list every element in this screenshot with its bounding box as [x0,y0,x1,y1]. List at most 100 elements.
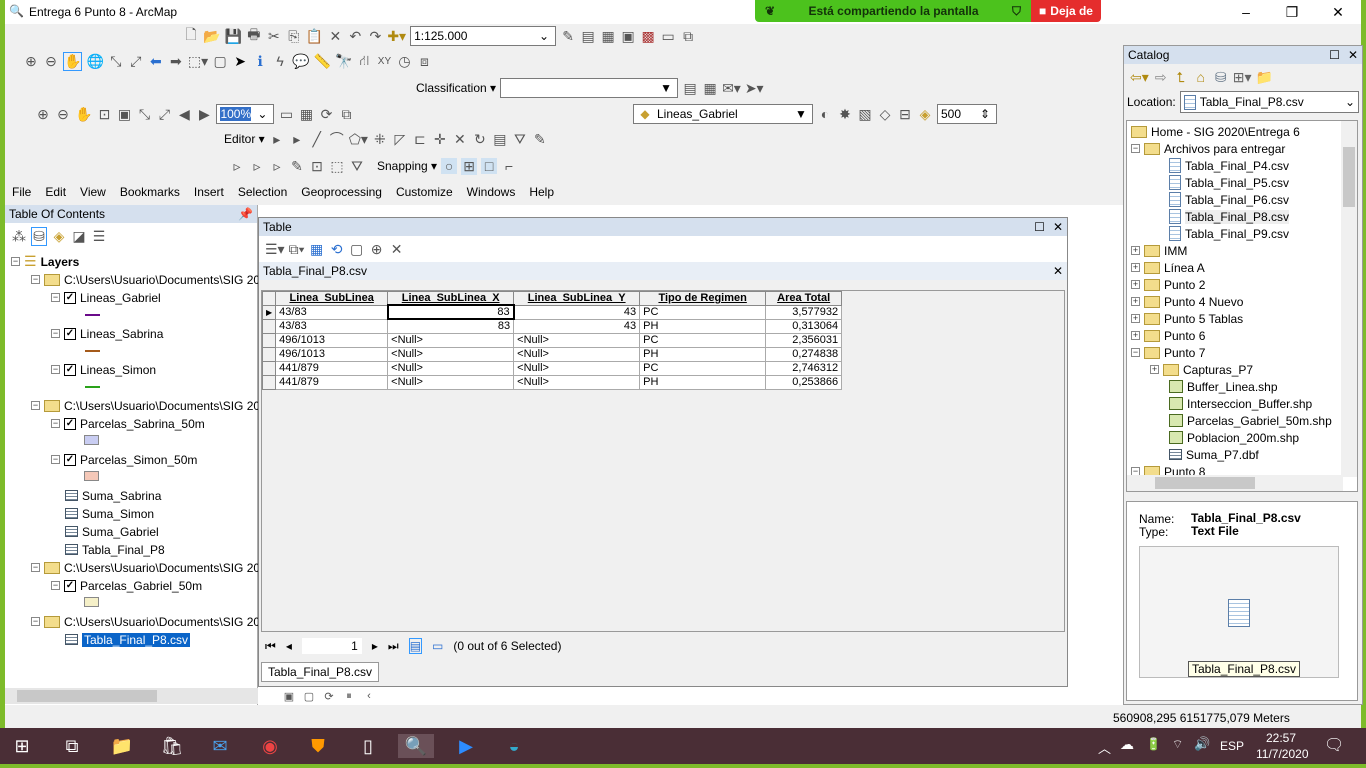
column-header[interactable]: Linea_SubLinea_X [387,291,515,306]
list-by-drawing-order-icon[interactable]: ⁂ [11,228,27,245]
table-cell[interactable]: 83 [386,304,515,320]
editor-toolbar-icon[interactable]: ✎ [560,28,576,45]
up-one-level-icon[interactable]: ⮤ [1173,69,1189,86]
edge-snapping-icon[interactable]: ⌐ [501,158,517,174]
notifications-icon[interactable]: 🗨 [1324,735,1344,755]
delete-icon[interactable]: ✕ [327,28,343,45]
zoom-whole-page-icon[interactable]: ⊡ [96,106,112,123]
windows-start-icon[interactable]: ⊞ [10,734,34,758]
row-selector[interactable]: ▶ [262,304,277,320]
catalog-item[interactable]: Tabla_Final_P4.csv [1169,157,1289,174]
expand-icon[interactable]: + [1131,331,1140,340]
collapse-icon[interactable]: − [31,563,40,572]
view-toggle-icon[interactable]: ⊞▾ [1233,69,1252,86]
table-options-icon[interactable]: ☰▾ [265,241,285,258]
list-by-source-icon[interactable]: ⛁ [31,226,47,246]
menu-view[interactable]: View [73,185,113,199]
zoom-100-icon[interactable]: ▣ [116,106,132,123]
add-vertex-icon[interactable]: ▹ [249,158,265,175]
layer-symbol[interactable] [84,597,99,607]
table-cell[interactable]: 43/83 [275,318,389,334]
table-cell[interactable]: PH [639,374,767,390]
toc-folder[interactable]: − C:\Users\Usuario\Documents\SIG 20 [31,559,260,576]
show-hidden-icons[interactable]: ︿ [1098,738,1111,757]
add-data-icon[interactable]: ✚▾ [387,28,406,45]
catalog-item[interactable]: Poblacion_200m.shp [1169,429,1299,446]
copy-icon[interactable]: ⎘ [286,28,302,45]
table-cell[interactable]: 3,577932 [765,304,843,320]
find-route-icon[interactable]: ⛙ [356,52,372,71]
adjust-transparency-icon[interactable]: ⊟ [897,106,913,123]
visibility-checkbox[interactable]: ✓ [64,453,76,466]
zoom-out-icon[interactable]: ⊖ [43,53,59,70]
expand-icon[interactable]: + [1131,263,1140,272]
create-features-icon[interactable]: ✎ [532,131,548,148]
close-icon[interactable]: ✕ [1053,220,1063,234]
table-cell[interactable]: PC [639,304,767,320]
generalize-icon[interactable]: ⊡ [309,158,325,175]
full-extent-icon[interactable]: 🌐 [86,53,103,70]
table-cell[interactable]: 496/1013 [275,346,389,362]
table-cell[interactable]: PC [639,360,767,376]
back-icon[interactable]: ⇦▾ [1130,69,1149,86]
catalog-item[interactable]: Suma_P7.dbf [1169,446,1259,463]
classification-dropdown[interactable]: Classification ▾ [416,81,496,95]
pan-icon[interactable]: ✋ [63,51,83,71]
table-cell[interactable]: 0,253866 [765,374,843,390]
flicker-icon[interactable]: ◇ [877,106,893,123]
spinner-icon[interactable]: ⇕ [977,107,993,121]
catalog-item[interactable]: + Punto 2 [1131,276,1205,293]
reference-scale-icon[interactable]: ◈ [917,106,933,123]
task-view-icon[interactable]: ⧉ [60,734,84,758]
catalog-item[interactable]: Tabla_Final_P5.csv [1169,174,1289,191]
table-cell[interactable]: 43 [513,304,641,320]
time-slider-icon[interactable]: ◷ [396,53,412,70]
visibility-checkbox[interactable]: ✓ [64,363,76,376]
select-features-icon[interactable]: ⬚▾ [188,53,208,70]
catalog-horizontal-scrollbar[interactable] [1127,475,1343,491]
row-selector[interactable] [262,360,277,376]
table-cell[interactable]: 441/879 [275,360,389,376]
expand-icon[interactable]: + [1131,314,1140,323]
zoom-to-selected-icon[interactable]: ⊕ [369,241,385,258]
location-combo[interactable]: Tabla_Final_P8.csv ⌄ [1179,91,1359,113]
toc-layer[interactable]: − ✓ Lineas_Sabrina [51,325,163,342]
data-driven-pages-icon[interactable]: ⧉ [338,106,354,123]
html-popup-icon[interactable]: 💬 [292,53,309,70]
layer-symbol[interactable] [85,386,100,388]
collapse-icon[interactable]: − [11,257,20,266]
trace-icon[interactable]: ⬠▾ [349,131,368,148]
switch-selection-icon[interactable]: ⟲ [329,241,345,258]
rotate-icon[interactable]: ↻ [472,131,488,148]
row-selector[interactable] [262,346,277,362]
collapse-icon[interactable]: − [31,275,40,284]
toc-folder[interactable]: − C:\Users\Usuario\Documents\SIG 20 [31,397,260,414]
column-header[interactable]: Tipo de Regimen [639,291,767,306]
next-record-icon[interactable]: ▸ [372,639,378,653]
undo-icon[interactable]: ↶ [347,28,363,45]
menu-geoprocessing[interactable]: Geoprocessing [294,185,389,199]
layer-symbol[interactable] [85,350,100,352]
menu-help[interactable]: Help [522,185,561,199]
hyperlink-icon[interactable]: ϟ [272,53,288,69]
language-indicator[interactable]: ESP [1220,739,1244,753]
toc-layer[interactable]: − ✓ Parcelas_Gabriel_50m [51,577,202,594]
stop-sharing-button[interactable]: ■ Deja de [1031,0,1101,22]
layout-pan-icon[interactable]: ✋ [75,106,92,123]
table-cell[interactable]: 83 [387,318,515,334]
catalog-item[interactable]: − Punto 7 [1131,344,1205,361]
model-builder-icon[interactable]: ⧉ [680,28,696,45]
pin-icon[interactable]: 📌 [238,207,253,221]
column-header[interactable]: Linea_SubLinea [275,291,389,306]
options-icon[interactable]: ☰ [91,228,107,245]
classify-icon[interactable]: ▦ [702,80,718,97]
collapse-icon[interactable]: − [51,419,60,428]
toc-layer[interactable]: − ✓ Lineas_Gabriel [51,289,161,306]
table-cell[interactable]: 43/83 [275,304,389,320]
editor-menu[interactable]: Editor ▾ [224,132,265,146]
table-cell[interactable]: <Null> [513,332,641,348]
zoom-in-icon[interactable]: ⊕ [23,53,39,70]
delete-vertex-icon[interactable]: ▹ [269,158,285,175]
pause-drawing-icon[interactable]: ⏸ [341,690,357,703]
catalog-item[interactable]: Buffer_Linea.shp [1169,378,1278,395]
